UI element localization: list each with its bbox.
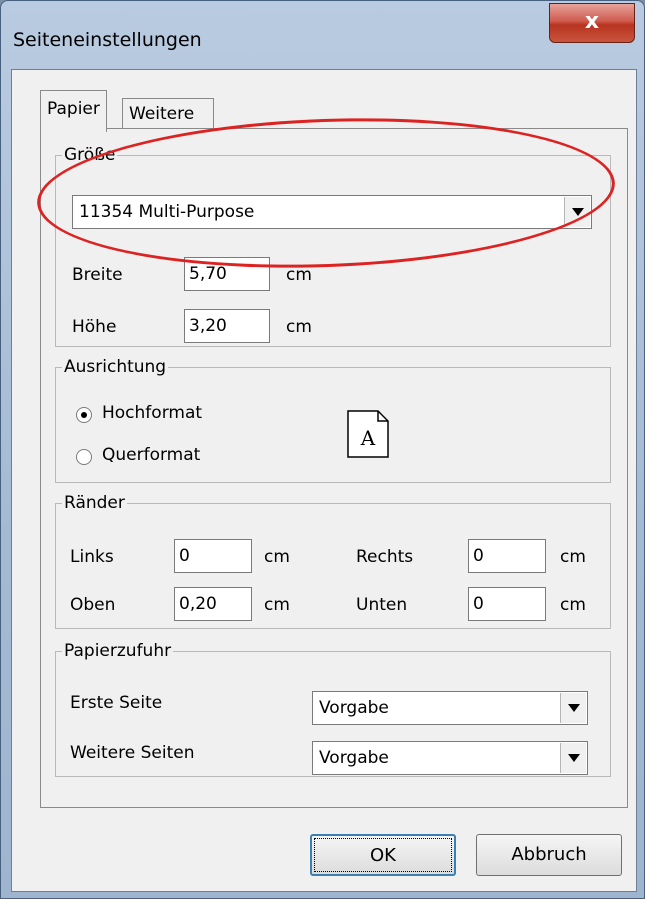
chevron-down-icon[interactable]: [560, 743, 586, 773]
ok-button[interactable]: OK: [310, 834, 456, 876]
tab-weitere-optionen[interactable]: Weitere Optionen: [122, 98, 214, 154]
raender-legend: Ränder: [64, 493, 125, 513]
ausrichtung-group: Ausrichtung Hochformat Querformat A: [55, 357, 611, 483]
weitere-seiten-label: Weitere Seiten: [70, 743, 195, 763]
groesse-group: Größe 11354 Multi-Purpose Breite 5,70 cm…: [55, 145, 611, 347]
chevron-down-icon[interactable]: [560, 693, 586, 723]
hoehe-input[interactable]: 3,20: [184, 309, 270, 343]
page-setup-dialog: Seiteneinstellungen x Papier Weitere Opt…: [0, 0, 645, 899]
erste-seite-label: Erste Seite: [70, 693, 163, 713]
papierzufuhr-legend: Papierzufuhr: [64, 641, 172, 661]
dialog-client-area: Papier Weitere Optionen Größe 11354 Mult…: [11, 69, 637, 892]
groesse-legend: Größe: [64, 145, 116, 165]
breite-unit: cm: [286, 265, 312, 285]
hoehe-unit: cm: [286, 317, 312, 337]
hochformat-radio[interactable]: [76, 407, 92, 423]
erste-seite-select[interactable]: Vorgabe: [312, 691, 588, 725]
links-label: Links: [70, 547, 114, 567]
links-input[interactable]: 0: [174, 539, 252, 573]
portrait-page-icon: A: [347, 410, 389, 458]
unten-label: Unten: [356, 595, 408, 615]
chevron-down-icon[interactable]: [564, 197, 590, 227]
papierzufuhr-group: Papierzufuhr Erste Seite Vorgabe Weitere…: [55, 641, 611, 777]
paper-size-select[interactable]: 11354 Multi-Purpose: [72, 195, 592, 229]
raender-group: Ränder Links 0 cm Rechts 0 cm Oben 0,20 …: [55, 493, 611, 629]
breite-label: Breite: [72, 265, 123, 285]
weitere-seiten-value: Vorgabe: [319, 748, 389, 768]
links-unit: cm: [264, 547, 290, 567]
oben-input[interactable]: 0,20: [174, 587, 252, 621]
querformat-label[interactable]: Querformat: [102, 445, 200, 465]
hoehe-label: Höhe: [72, 317, 117, 337]
oben-label: Oben: [70, 595, 116, 615]
breite-input[interactable]: 5,70: [184, 257, 270, 291]
oben-unit: cm: [264, 595, 290, 615]
title-bar[interactable]: Seiteneinstellungen x: [1, 1, 644, 71]
page-icon-letter: A: [360, 426, 376, 450]
rechts-label: Rechts: [356, 547, 414, 567]
cancel-button[interactable]: Abbruch: [476, 834, 622, 876]
weitere-seiten-select[interactable]: Vorgabe: [312, 741, 588, 775]
tab-panel-papier: Größe 11354 Multi-Purpose Breite 5,70 cm…: [40, 128, 628, 808]
hochformat-label[interactable]: Hochformat: [102, 403, 202, 423]
tab-papier[interactable]: Papier: [40, 90, 107, 132]
dialog-title: Seiteneinstellungen: [13, 29, 202, 51]
unten-unit: cm: [560, 595, 586, 615]
erste-seite-value: Vorgabe: [319, 698, 389, 718]
close-button[interactable]: x: [549, 3, 635, 43]
rechts-input[interactable]: 0: [468, 539, 546, 573]
querformat-radio[interactable]: [76, 449, 92, 465]
ausrichtung-legend: Ausrichtung: [64, 357, 167, 377]
unten-input[interactable]: 0: [468, 587, 546, 621]
rechts-unit: cm: [560, 547, 586, 567]
paper-size-value: 11354 Multi-Purpose: [79, 202, 255, 222]
